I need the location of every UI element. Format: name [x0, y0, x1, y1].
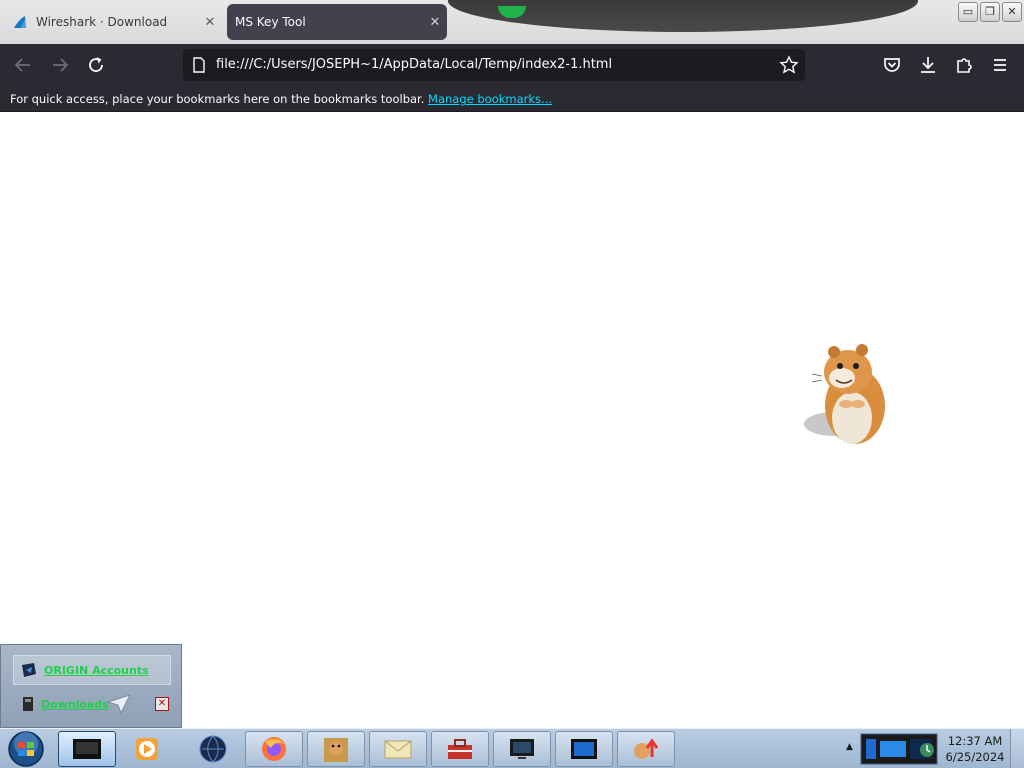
widget-label: ORIGIN Accounts [44, 663, 149, 677]
notebook-icon [23, 697, 33, 711]
taskbar-clock[interactable]: 12:37 AM 6/25/2024 [944, 733, 1006, 765]
widget-row-origin[interactable]: ORIGIN Accounts [13, 655, 171, 685]
monitor-icon [510, 739, 534, 759]
media-player-icon [136, 738, 158, 760]
firefox-icon [262, 737, 286, 761]
page-icon [193, 57, 205, 73]
taskbar-terminal-app[interactable] [58, 731, 116, 767]
hamster-image [804, 344, 885, 444]
bookmarks-message: For quick access, place your bookmarks h… [10, 92, 425, 106]
pocket-icon[interactable] [880, 53, 904, 77]
widget-close-button[interactable]: ✕ [155, 697, 169, 711]
tab-close-button[interactable]: ✕ [198, 15, 222, 30]
tab-close-button[interactable]: ✕ [423, 15, 447, 30]
back-arrow-icon[interactable] [11, 53, 35, 77]
tab-wireshark[interactable]: Wireshark · Download ✕ [4, 4, 222, 40]
taskbar-globe-app[interactable] [184, 731, 242, 767]
show-desktop-button[interactable] [1010, 729, 1024, 768]
shield-arrow-icon [22, 663, 36, 677]
mail-icon [384, 740, 412, 759]
clock-time: 12:37 AM [947, 734, 1003, 748]
clock-date: 6/25/2024 [945, 750, 1005, 764]
restore-button[interactable]: ❐ [980, 2, 1000, 22]
wireshark-fin-icon [14, 16, 26, 28]
url-bar[interactable]: file:///C:/Users/JOSEPH~1/AppData/Local/… [183, 49, 805, 81]
bookmarks-toolbar: For quick access, place your bookmarks h… [0, 86, 1024, 112]
globe-icon [199, 735, 227, 763]
taskbar-mail-app[interactable] [369, 731, 427, 767]
toolbox-icon [448, 739, 472, 759]
widget-row-downloads[interactable]: Downloads ✕ [13, 689, 171, 719]
tab-label: Wireshark · Download [36, 15, 168, 29]
start-orb-icon[interactable] [6, 730, 46, 768]
star-bookmark-icon[interactable] [779, 55, 799, 75]
close-window-button[interactable]: ✕ [1002, 2, 1022, 22]
taskbar-firefox-app[interactable] [245, 731, 303, 767]
manage-bookmarks-link[interactable]: Manage bookmarks... [428, 92, 552, 106]
window-controls: ▭ ❐ ✕ [958, 2, 1022, 22]
page-content [0, 112, 1024, 644]
tab-strip: Wireshark · Download ✕ MS Key Tool ✕ ▭ ❐… [0, 0, 1024, 44]
menu-hamburger-icon[interactable] [988, 53, 1012, 77]
download-icon[interactable] [916, 53, 940, 77]
terminal-app-icon [73, 739, 101, 759]
reload-icon[interactable] [84, 53, 108, 77]
screen-icon [571, 739, 597, 759]
taskbar-media-player-app[interactable] [118, 731, 176, 767]
tray-expand-icon[interactable]: ▲ [846, 742, 853, 752]
minimize-button[interactable]: ▭ [958, 2, 978, 22]
tab-ms-key-tool[interactable]: MS Key Tool ✕ [227, 4, 447, 40]
clock-sync-icon[interactable] [918, 741, 936, 759]
forward-arrow-icon[interactable] [48, 53, 72, 77]
widget-label: Downloads [41, 697, 109, 711]
nav-toolbar: file:///C:/Users/JOSEPH~1/AppData/Local/… [0, 44, 1024, 86]
paper-plane-icon [107, 694, 131, 715]
box-app-icon [324, 738, 348, 762]
screen: Wireshark · Download ✕ MS Key Tool ✕ ▭ ❐… [0, 0, 1024, 768]
taskbar: ▲ 12:37 AM 6/25/2024 [0, 728, 1024, 768]
url-text: file:///C:/Users/JOSEPH~1/AppData/Local/… [216, 57, 613, 72]
extensions-icon[interactable] [952, 53, 976, 77]
taskbar-monitor-app[interactable] [493, 731, 551, 767]
taskbar-upload-app[interactable] [617, 731, 675, 767]
floating-widget: ORIGIN Accounts Downloads ✕ [0, 644, 182, 728]
taskbar-toolbox-app[interactable] [431, 731, 489, 767]
taskbar-box-app[interactable] [307, 731, 365, 767]
upload-icon [634, 738, 659, 759]
tab-label: MS Key Tool [235, 15, 306, 29]
taskbar-screen-app[interactable] [555, 731, 613, 767]
